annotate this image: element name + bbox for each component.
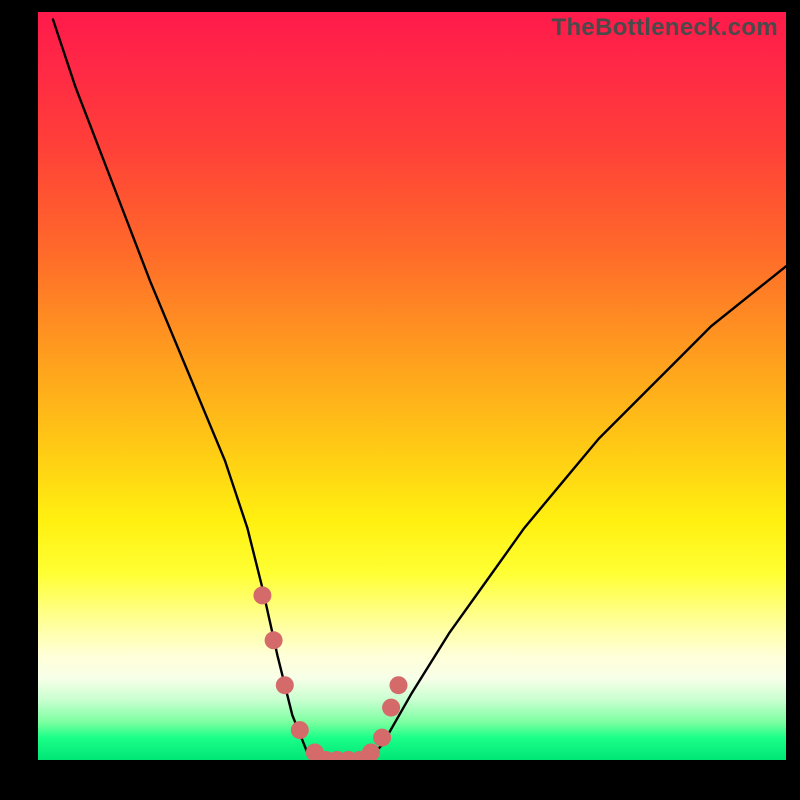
bottleneck-curve-line — [53, 20, 786, 761]
highlight-marker — [291, 721, 309, 739]
highlight-marker — [390, 676, 408, 694]
highlight-marker — [276, 676, 294, 694]
highlight-marker — [253, 586, 271, 604]
highlighted-points-group — [253, 586, 407, 760]
chart-frame: TheBottleneck.com — [38, 12, 786, 760]
highlight-marker — [373, 729, 391, 747]
chart-svg — [38, 12, 786, 760]
highlight-marker — [362, 744, 380, 761]
highlight-marker — [382, 699, 400, 717]
highlight-marker — [265, 631, 283, 649]
